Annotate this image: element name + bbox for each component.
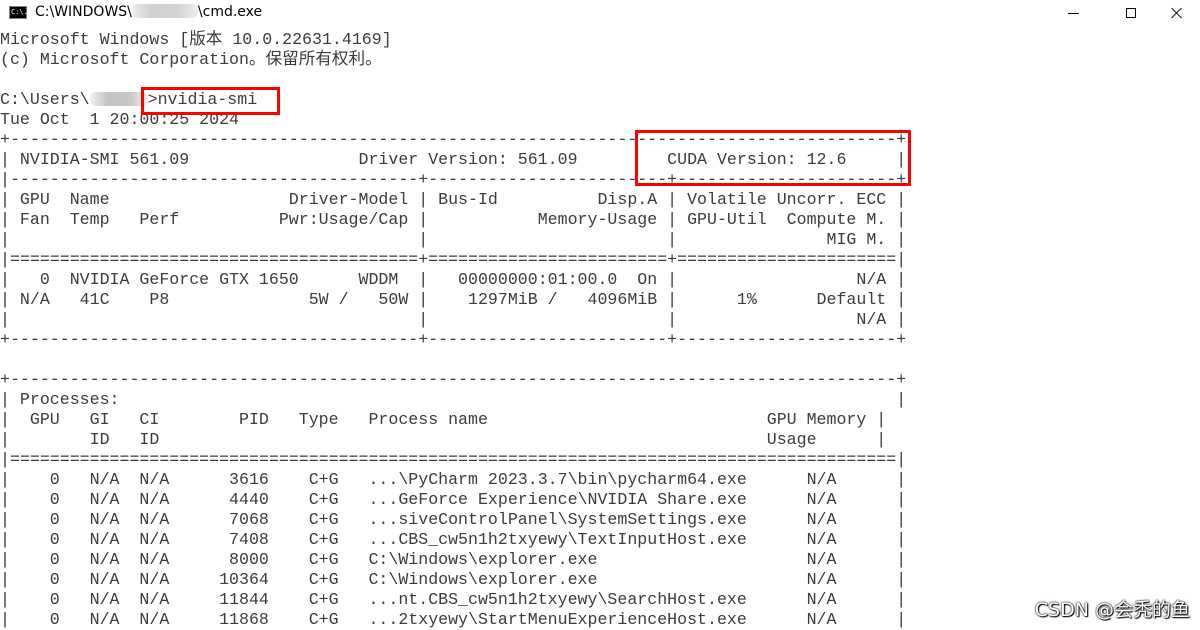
typed-command: >nvidia-smi	[147, 90, 258, 109]
console-line: (c) Microsoft Corporation。保留所有权利。	[0, 50, 382, 69]
console-line: +---------------------------------------…	[0, 370, 907, 389]
console-line: | 0 N/A N/A 11844 C+G ...nt.CBS_cw5n1h2t…	[0, 590, 907, 609]
redacted-username-title	[131, 4, 198, 18]
console-line: Tue Oct 1 20:00:25 2024	[0, 110, 239, 129]
console-line: | 0 N/A N/A 3616 C+G ...\PyCharm 2023.3.…	[0, 470, 907, 489]
prompt-path: C:\Users\	[0, 90, 90, 109]
redacted-username	[89, 92, 148, 106]
console-lines: Microsoft Windows [版本 10.0.22631.4169] (c…	[0, 30, 906, 630]
console-line: | Fan Temp Perf Pwr:Usage/Cap | Memory-U…	[0, 210, 907, 229]
console-line: +---------------------------------------…	[0, 130, 907, 149]
console-line: | 0 N/A N/A 7408 C+G ...CBS_cw5n1h2txyew…	[0, 530, 907, 549]
console-line: |---------------------------------------…	[0, 170, 907, 189]
console-line: | NVIDIA-SMI 561.09 Driver Version: 561.…	[0, 150, 907, 169]
console-line: | ID ID Usage |	[0, 430, 887, 449]
console-line: | 0 NVIDIA GeForce GTX 1650 WDDM | 00000…	[0, 270, 907, 289]
console-line: | 0 N/A N/A 7068 C+G ...siveControlPanel…	[0, 510, 907, 529]
close-button[interactable]	[1154, 0, 1200, 26]
console-line: |=======================================…	[0, 450, 907, 469]
console-line: | 0 N/A N/A 4440 C+G ...GeForce Experien…	[0, 490, 907, 509]
console-line: | N/A 41C P8 5W / 50W | 1297MiB / 4096Mi…	[0, 290, 907, 309]
console-line: C:\Users\ >nvidia-smi	[0, 90, 906, 110]
console-line: | 0 N/A N/A 10364 C+G C:\Windows\explore…	[0, 570, 907, 589]
console-line: Microsoft Windows [版本 10.0.22631.4169]	[0, 30, 392, 49]
console-line: | 0 N/A N/A 11868 C+G ...2txyewy\StartMe…	[0, 610, 907, 629]
maximize-button[interactable]	[1108, 0, 1154, 26]
minimize-button[interactable]	[1050, 0, 1096, 26]
window-title-prefix: C:\WINDOWS\	[35, 4, 132, 20]
console-line: | GPU GI CI PID Type Process name GPU Me…	[0, 410, 887, 429]
console-line: |=======================================…	[0, 250, 907, 269]
cmd-app-icon: C:\.	[9, 6, 28, 19]
console-output[interactable]: Microsoft Windows [版本 10.0.22631.4169] (c…	[0, 30, 1200, 630]
close-icon	[1171, 7, 1183, 19]
watermark: CSDN @会秃的鱼	[1034, 599, 1190, 621]
title-bar[interactable]: C:\. C:\WINDOWS\ \cmd.exe	[0, 0, 1200, 26]
cmd-window: C:\. C:\WINDOWS\ \cmd.exe Microsoft Windo…	[0, 0, 1200, 630]
console-line: | Processes: |	[0, 390, 907, 409]
window-title-suffix: \cmd.exe	[197, 4, 263, 20]
window-title: C:\WINDOWS\ \cmd.exe	[35, 4, 262, 20]
console-line: | | | N/A |	[0, 310, 907, 329]
maximize-icon	[1126, 8, 1136, 18]
console-line: | GPU Name Driver-Model | Bus-Id Disp.A …	[0, 190, 907, 209]
console-line: +---------------------------------------…	[0, 330, 907, 349]
minimize-icon	[1067, 12, 1079, 14]
console-line: | | | MIG M. |	[0, 230, 907, 249]
console-line: | 0 N/A N/A 8000 C+G C:\Windows\explorer…	[0, 550, 907, 569]
